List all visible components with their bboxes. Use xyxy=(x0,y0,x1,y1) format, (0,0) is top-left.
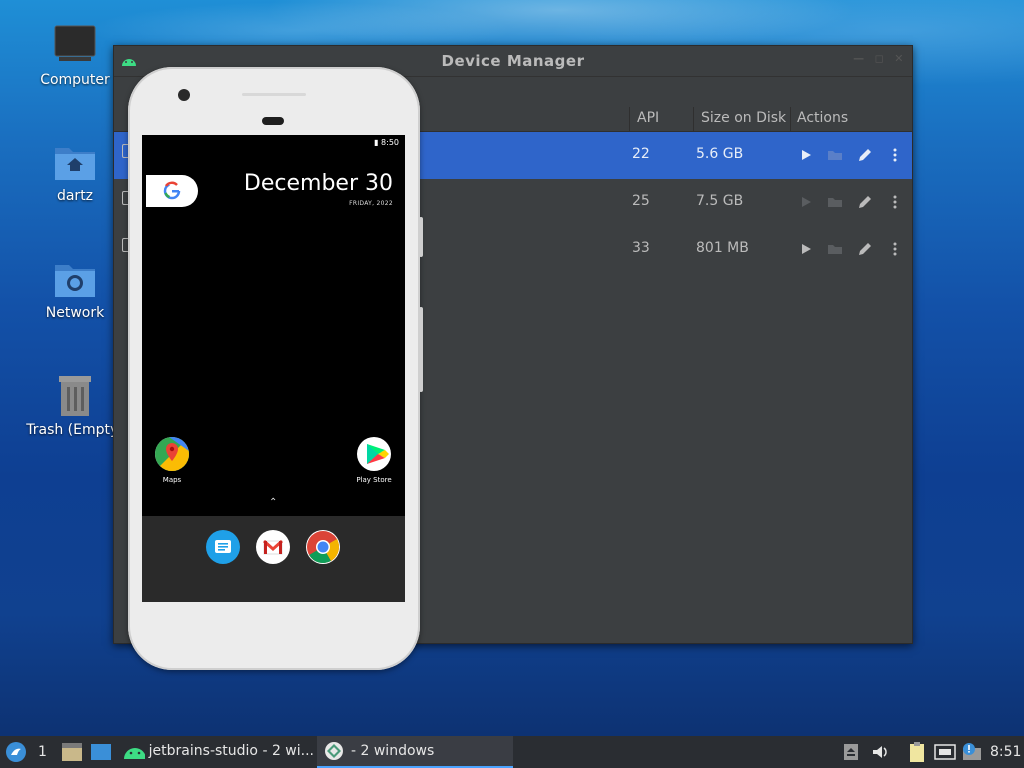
more-icon[interactable] xyxy=(885,192,905,212)
folder-icon[interactable] xyxy=(825,145,845,165)
column-actions: Actions xyxy=(797,110,849,126)
start-menu-button[interactable] xyxy=(5,736,27,768)
play-icon[interactable] xyxy=(796,192,816,212)
network-folder-icon xyxy=(53,257,97,301)
eject-icon[interactable] xyxy=(842,736,860,768)
edit-icon[interactable] xyxy=(855,145,875,165)
home-subdate: FRIDAY, 2022 xyxy=(349,200,393,207)
edit-icon[interactable] xyxy=(855,192,875,212)
column-size[interactable]: Size on Disk xyxy=(701,110,786,126)
chrome-icon[interactable] xyxy=(306,530,340,564)
home-date[interactable]: December 30 xyxy=(244,171,393,196)
app-play-store[interactable]: Play Store xyxy=(344,437,404,484)
close-icon[interactable]: ✕ xyxy=(894,52,904,65)
device-api: 22 xyxy=(632,146,650,162)
task-label: jetbrains-studio - 2 wi... xyxy=(148,743,314,759)
google-search-bar[interactable] xyxy=(146,175,198,207)
phone-dock xyxy=(142,516,405,602)
task-label: - 2 windows xyxy=(351,743,435,759)
phone-status-bar: ▮ 8:50 xyxy=(142,135,405,151)
notification-icon[interactable] xyxy=(961,736,983,768)
home-folder-icon xyxy=(53,140,97,184)
app-maps[interactable]: Maps xyxy=(142,437,202,484)
phone-screen[interactable]: ▮ 8:50 December 30 FRIDAY, 2022 Maps Pla… xyxy=(142,135,405,602)
play-icon[interactable] xyxy=(796,145,816,165)
maps-icon xyxy=(155,437,189,471)
minimize-icon[interactable]: — xyxy=(853,52,865,65)
edit-icon[interactable] xyxy=(855,239,875,259)
show-desktop-button[interactable] xyxy=(90,736,112,768)
volume-icon[interactable] xyxy=(870,736,890,768)
maximize-icon[interactable]: ◻ xyxy=(875,52,885,65)
workspace-switcher[interactable]: 1 xyxy=(38,736,47,768)
power-button[interactable] xyxy=(419,307,423,392)
app-label: Play Store xyxy=(356,476,392,484)
device-size: 7.5 GB xyxy=(696,193,744,209)
phone-speaker xyxy=(262,117,284,125)
app-label: Maps xyxy=(162,476,182,484)
taskbar: 1 jetbrains-studio - 2 wi... - 2 windows… xyxy=(0,736,1024,768)
more-icon[interactable] xyxy=(885,145,905,165)
file-manager-launcher[interactable] xyxy=(61,736,83,768)
emulator-icon xyxy=(325,742,343,760)
folder-icon[interactable] xyxy=(825,239,845,259)
android-studio-icon xyxy=(124,748,145,759)
phone-time: 8:50 xyxy=(381,138,399,147)
android-emulator[interactable]: ▮ 8:50 December 30 FRIDAY, 2022 Maps Pla… xyxy=(128,67,423,670)
desktop-icon xyxy=(91,744,111,760)
battery-icon: ▮ xyxy=(374,138,379,147)
window-title: Device Manager xyxy=(441,52,585,70)
play-icon[interactable] xyxy=(796,239,816,259)
file-manager-icon xyxy=(62,743,82,761)
taskbar-clock[interactable]: 8:51 xyxy=(990,736,1021,768)
android-icon xyxy=(120,53,138,71)
phone-earpiece-grille xyxy=(242,93,306,96)
network-status-icon[interactable] xyxy=(934,736,956,768)
device-size: 801 MB xyxy=(696,240,749,256)
device-size: 5.6 GB xyxy=(696,146,744,162)
clipboard-icon[interactable] xyxy=(907,736,927,768)
google-icon xyxy=(163,181,181,200)
more-icon[interactable] xyxy=(885,239,905,259)
computer-icon xyxy=(53,24,97,68)
gmail-icon[interactable] xyxy=(256,530,290,564)
folder-icon[interactable] xyxy=(825,192,845,212)
trash-icon xyxy=(53,374,97,418)
device-api: 25 xyxy=(632,193,650,209)
taskbar-task-jetbrains-studio[interactable]: jetbrains-studio - 2 wi... xyxy=(116,736,314,768)
column-api[interactable]: API xyxy=(637,110,659,126)
messages-icon[interactable] xyxy=(206,530,240,564)
app-drawer-chevron-icon[interactable]: ⌃ xyxy=(269,497,277,508)
device-api: 33 xyxy=(632,240,650,256)
front-camera xyxy=(178,89,190,101)
taskbar-task-emulator[interactable]: - 2 windows xyxy=(317,736,513,768)
start-menu-icon xyxy=(6,742,26,762)
volume-button[interactable] xyxy=(419,217,423,257)
play-store-icon xyxy=(357,437,391,471)
